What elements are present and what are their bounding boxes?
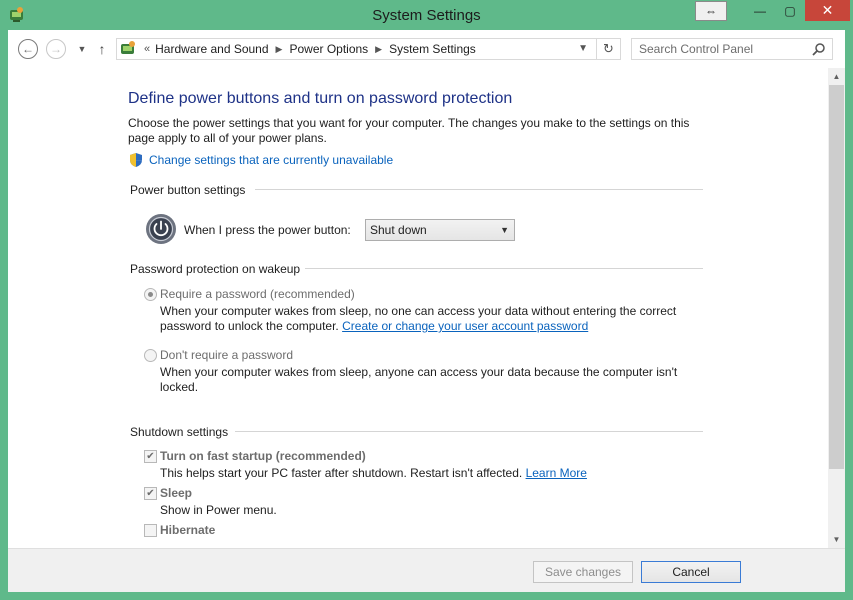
page-title: Define power buttons and turn on passwor… <box>128 90 513 107</box>
power-button-section-title: Power button settings <box>130 183 246 197</box>
dont-require-password-description: When your computer wakes from sleep, any… <box>160 365 678 394</box>
dont-require-password-label[interactable]: Don't require a password <box>160 348 293 362</box>
fast-startup-desc-text: This helps start your PC faster after sh… <box>160 466 523 480</box>
save-changes-button[interactable]: Save changes <box>533 561 633 583</box>
title-bar: System Settings ⇔ — ▢ ✕ <box>0 0 853 30</box>
back-arrow-icon[interactable]: ← <box>18 39 38 59</box>
breadcrumb-hardware-and-sound[interactable]: Hardware and Sound <box>155 42 268 56</box>
section-divider <box>305 268 703 269</box>
hibernate-label[interactable]: Hibernate <box>160 523 215 537</box>
fast-startup-description: This helps start your PC faster after sh… <box>160 466 705 481</box>
refresh-icon[interactable]: ↻ <box>596 39 620 59</box>
search-box <box>631 38 833 60</box>
power-button-selected-value: Shut down <box>370 223 427 237</box>
close-icon[interactable]: ✕ <box>805 0 850 21</box>
section-divider <box>255 189 703 190</box>
change-unavailable-settings-link[interactable]: Change settings that are currently unava… <box>128 152 393 168</box>
forward-arrow-icon[interactable]: → <box>46 39 66 59</box>
require-password-radio[interactable] <box>144 288 157 301</box>
navigation-bar: ← → ▼ ↑ « Hardware and Sound ▶ Power Opt… <box>8 30 845 68</box>
sleep-description: Show in Power menu. <box>160 503 277 517</box>
scroll-up-arrow-icon[interactable]: ▲ <box>828 68 845 85</box>
breadcrumb-overflow-icon[interactable]: « <box>144 43 150 55</box>
sleep-label[interactable]: Sleep <box>160 486 192 500</box>
address-bar[interactable]: « Hardware and Sound ▶ Power Options ▶ S… <box>116 38 621 60</box>
breadcrumb-power-options[interactable]: Power Options <box>289 42 368 56</box>
footer-bar: Save changes Cancel <box>8 548 845 592</box>
power-icon <box>146 214 176 244</box>
minimize-icon[interactable]: — <box>745 0 775 21</box>
learn-more-link[interactable]: Learn More <box>526 466 587 480</box>
window: System Settings ⇔ — ▢ ✕ ← → ▼ ↑ « Hardwa… <box>0 0 853 600</box>
hibernate-checkbox[interactable] <box>144 524 157 537</box>
breadcrumb-system-settings[interactable]: System Settings <box>389 42 476 56</box>
fast-startup-label[interactable]: Turn on fast startup (recommended) <box>160 449 366 463</box>
dont-require-password-radio[interactable] <box>144 349 157 362</box>
fast-startup-checkbox[interactable]: ✔ <box>144 450 157 463</box>
breadcrumb-separator-icon[interactable]: ▶ <box>375 44 382 55</box>
password-section-title: Password protection on wakeup <box>130 262 301 276</box>
section-divider <box>235 431 703 432</box>
power-button-action-select[interactable]: Shut down ▼ <box>365 219 515 241</box>
recent-locations-chevron-icon[interactable]: ▼ <box>72 39 92 59</box>
address-dropdown-icon[interactable]: ▼ <box>578 43 588 54</box>
sleep-checkbox[interactable]: ✔ <box>144 487 157 500</box>
change-unavailable-link-label[interactable]: Change settings that are currently unava… <box>149 153 393 167</box>
maximize-icon[interactable]: ▢ <box>775 0 805 21</box>
page-intro: Choose the power settings that you want … <box>128 116 690 145</box>
create-password-link[interactable]: Create or change your user account passw… <box>342 319 588 333</box>
search-input[interactable] <box>632 39 802 59</box>
require-password-description: When your computer wakes from sleep, no … <box>160 304 705 334</box>
scroll-down-arrow-icon[interactable]: ▼ <box>828 531 845 548</box>
chevron-down-icon: ▼ <box>500 225 509 235</box>
scroll-thumb[interactable] <box>829 85 844 469</box>
breadcrumb-separator-icon[interactable]: ▶ <box>276 44 283 55</box>
snap-arrows-icon[interactable]: ⇔ <box>695 1 727 21</box>
content-pane: Define power buttons and turn on passwor… <box>8 68 845 548</box>
search-icon[interactable] <box>812 42 826 56</box>
up-arrow-icon[interactable]: ↑ <box>92 39 112 59</box>
vertical-scrollbar[interactable]: ▲ ▼ <box>828 68 845 548</box>
shutdown-section-title: Shutdown settings <box>130 425 229 439</box>
power-button-label: When I press the power button: <box>184 223 351 237</box>
uac-shield-icon <box>130 153 142 167</box>
cancel-button[interactable]: Cancel <box>641 561 741 583</box>
control-panel-icon <box>121 41 135 54</box>
require-password-label[interactable]: Require a password (recommended) <box>160 287 355 301</box>
